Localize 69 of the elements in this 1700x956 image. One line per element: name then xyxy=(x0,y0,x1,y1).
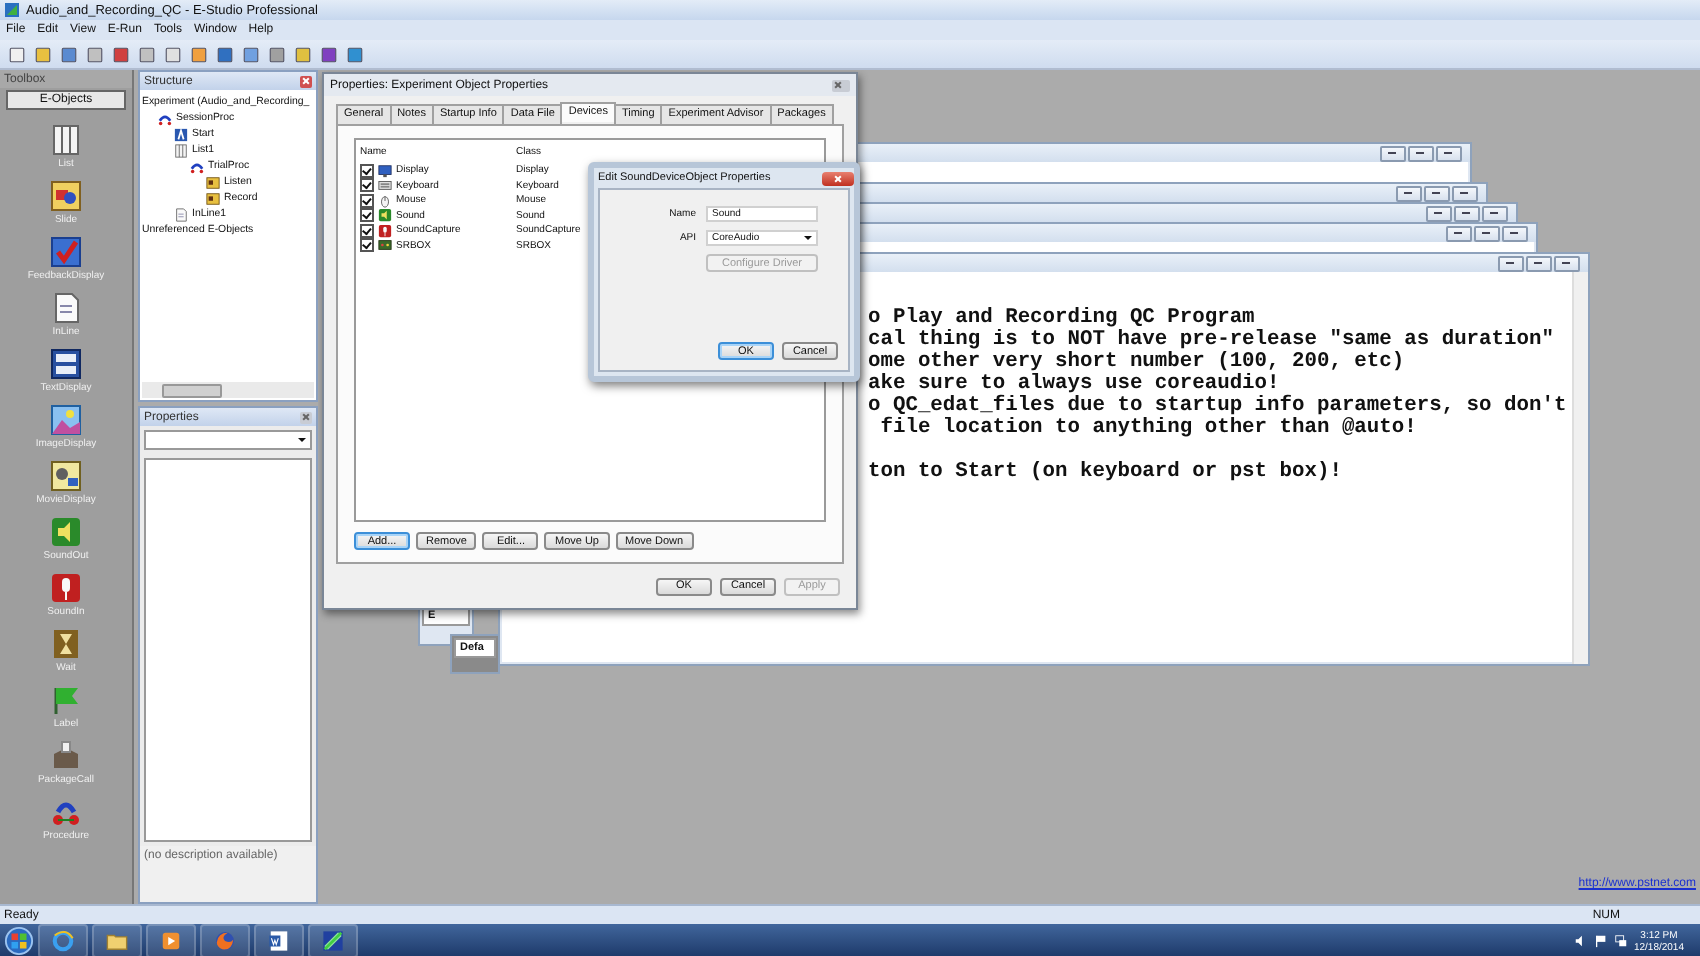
object-dropdown[interactable] xyxy=(144,430,312,450)
close-button[interactable] xyxy=(1554,255,1580,271)
minimize-button[interactable] xyxy=(1396,185,1422,201)
fox-globe-icon xyxy=(214,930,236,952)
speaker-icon xyxy=(378,208,392,223)
film-icon xyxy=(50,459,82,491)
close-button[interactable] xyxy=(1436,145,1462,161)
script-line: ton to Start (on keyboard or pst box)! xyxy=(868,462,1344,484)
close-button[interactable] xyxy=(1452,185,1478,201)
document-icon xyxy=(174,207,188,221)
checkbox[interactable] xyxy=(360,238,374,253)
text-object-icon xyxy=(174,127,188,141)
speaker-icon xyxy=(50,515,82,547)
checkbox[interactable] xyxy=(360,193,374,208)
speaker-icon xyxy=(1573,934,1588,948)
minimize-button[interactable] xyxy=(1498,255,1524,271)
close-button[interactable] xyxy=(300,75,312,87)
flag-icon xyxy=(50,683,82,715)
checkbox[interactable] xyxy=(360,163,374,178)
mouse-icon xyxy=(378,193,392,208)
grid-icon xyxy=(174,143,188,157)
checkmark-icon xyxy=(50,235,82,267)
keyboard-icon xyxy=(378,178,392,193)
slide-icon xyxy=(50,179,82,211)
flag-icon xyxy=(1593,934,1608,948)
close-button[interactable] xyxy=(822,171,854,185)
taskbar-button[interactable] xyxy=(92,924,142,956)
grid-app-icon xyxy=(322,930,344,952)
folder-icon xyxy=(106,930,128,952)
minimize-button[interactable] xyxy=(1446,225,1472,241)
script-line: o QC_edat_files due to startup info parameters, so don't xyxy=(868,396,1569,418)
grid-icon xyxy=(50,123,82,155)
taskbar-button[interactable] xyxy=(38,924,88,956)
hourglass-icon xyxy=(50,627,82,659)
minimize-button[interactable] xyxy=(1380,145,1406,161)
close-button[interactable] xyxy=(832,79,850,91)
close-button[interactable] xyxy=(1482,205,1508,221)
close-button[interactable] xyxy=(1502,225,1528,241)
taskbar-button[interactable] xyxy=(254,924,304,956)
document-app-icon xyxy=(268,930,290,952)
play-icon xyxy=(160,930,182,952)
taskbar-button[interactable] xyxy=(308,924,358,956)
procedure-icon xyxy=(190,159,204,173)
landscape-icon xyxy=(50,403,82,435)
package-icon xyxy=(50,739,82,771)
tile-icon xyxy=(50,347,82,379)
script-line: cal thing is to NOT have pre-release "same as duration" xyxy=(868,330,1556,352)
script-line: ake sure to always use coreaudio! xyxy=(868,374,1280,396)
checkbox[interactable] xyxy=(360,178,374,193)
globe-icon xyxy=(52,930,74,952)
start-orb-icon xyxy=(4,926,34,956)
taskbar-button[interactable] xyxy=(146,924,196,956)
close-button[interactable] xyxy=(300,411,312,423)
device-box-icon xyxy=(378,238,392,253)
script-line: ome other very short number (100, 200, etc) xyxy=(868,352,1407,374)
checkbox[interactable] xyxy=(360,208,374,223)
scrollbar[interactable] xyxy=(1572,272,1588,664)
script-line: file location to anything other than @auto! xyxy=(878,418,1419,440)
app-icon xyxy=(4,2,20,18)
microphone-icon xyxy=(50,571,82,603)
procedure-icon xyxy=(158,111,172,125)
script-line: o Play and Recording QC Program xyxy=(868,308,1255,330)
monitor-icon xyxy=(378,163,392,178)
minimize-button[interactable] xyxy=(1426,205,1452,221)
scrollbar[interactable] xyxy=(142,382,314,398)
document-icon xyxy=(50,291,82,323)
checkbox[interactable] xyxy=(360,223,374,238)
network-icon xyxy=(1613,934,1628,948)
microphone-icon xyxy=(378,223,392,238)
